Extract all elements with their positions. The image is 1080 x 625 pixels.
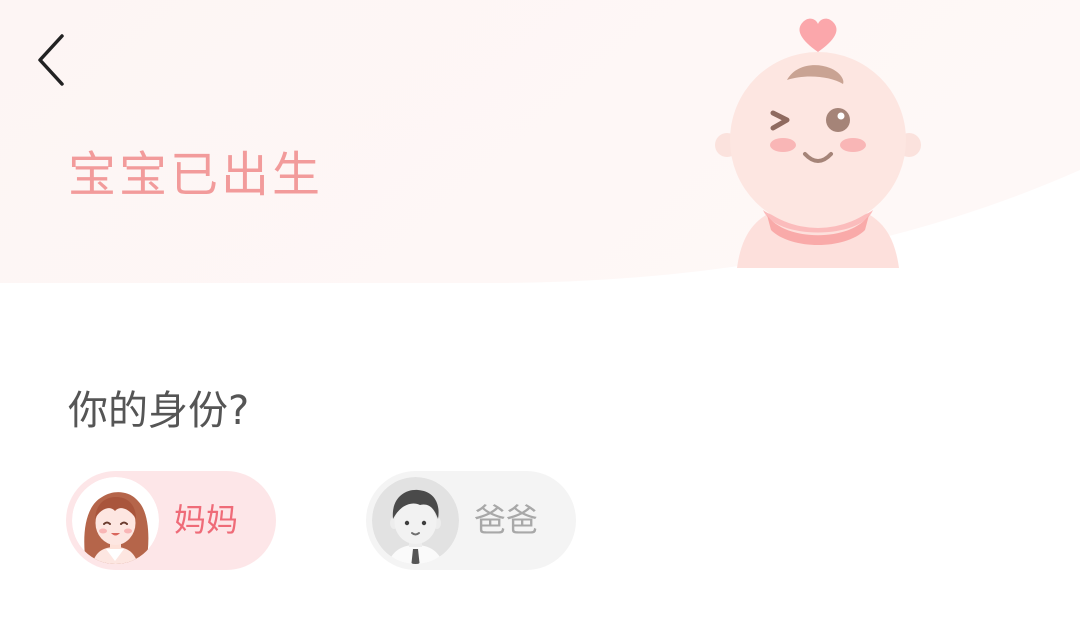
back-button[interactable]: [28, 30, 76, 90]
header-banner: 宝宝已出生: [0, 0, 1080, 290]
chevron-left-icon: [38, 34, 64, 86]
page-title: 宝宝已出生: [68, 147, 324, 203]
role-label-dad: 爸爸: [474, 501, 539, 539]
dad-avatar: [372, 477, 459, 564]
role-option-dad[interactable]: 爸爸: [366, 471, 576, 570]
mom-avatar: [72, 477, 159, 564]
role-label-mom: 妈妈: [174, 501, 239, 539]
baby-illustration: [715, 18, 921, 268]
identity-question: 你的身份?: [68, 388, 250, 434]
role-option-mom[interactable]: 妈妈: [66, 471, 276, 570]
